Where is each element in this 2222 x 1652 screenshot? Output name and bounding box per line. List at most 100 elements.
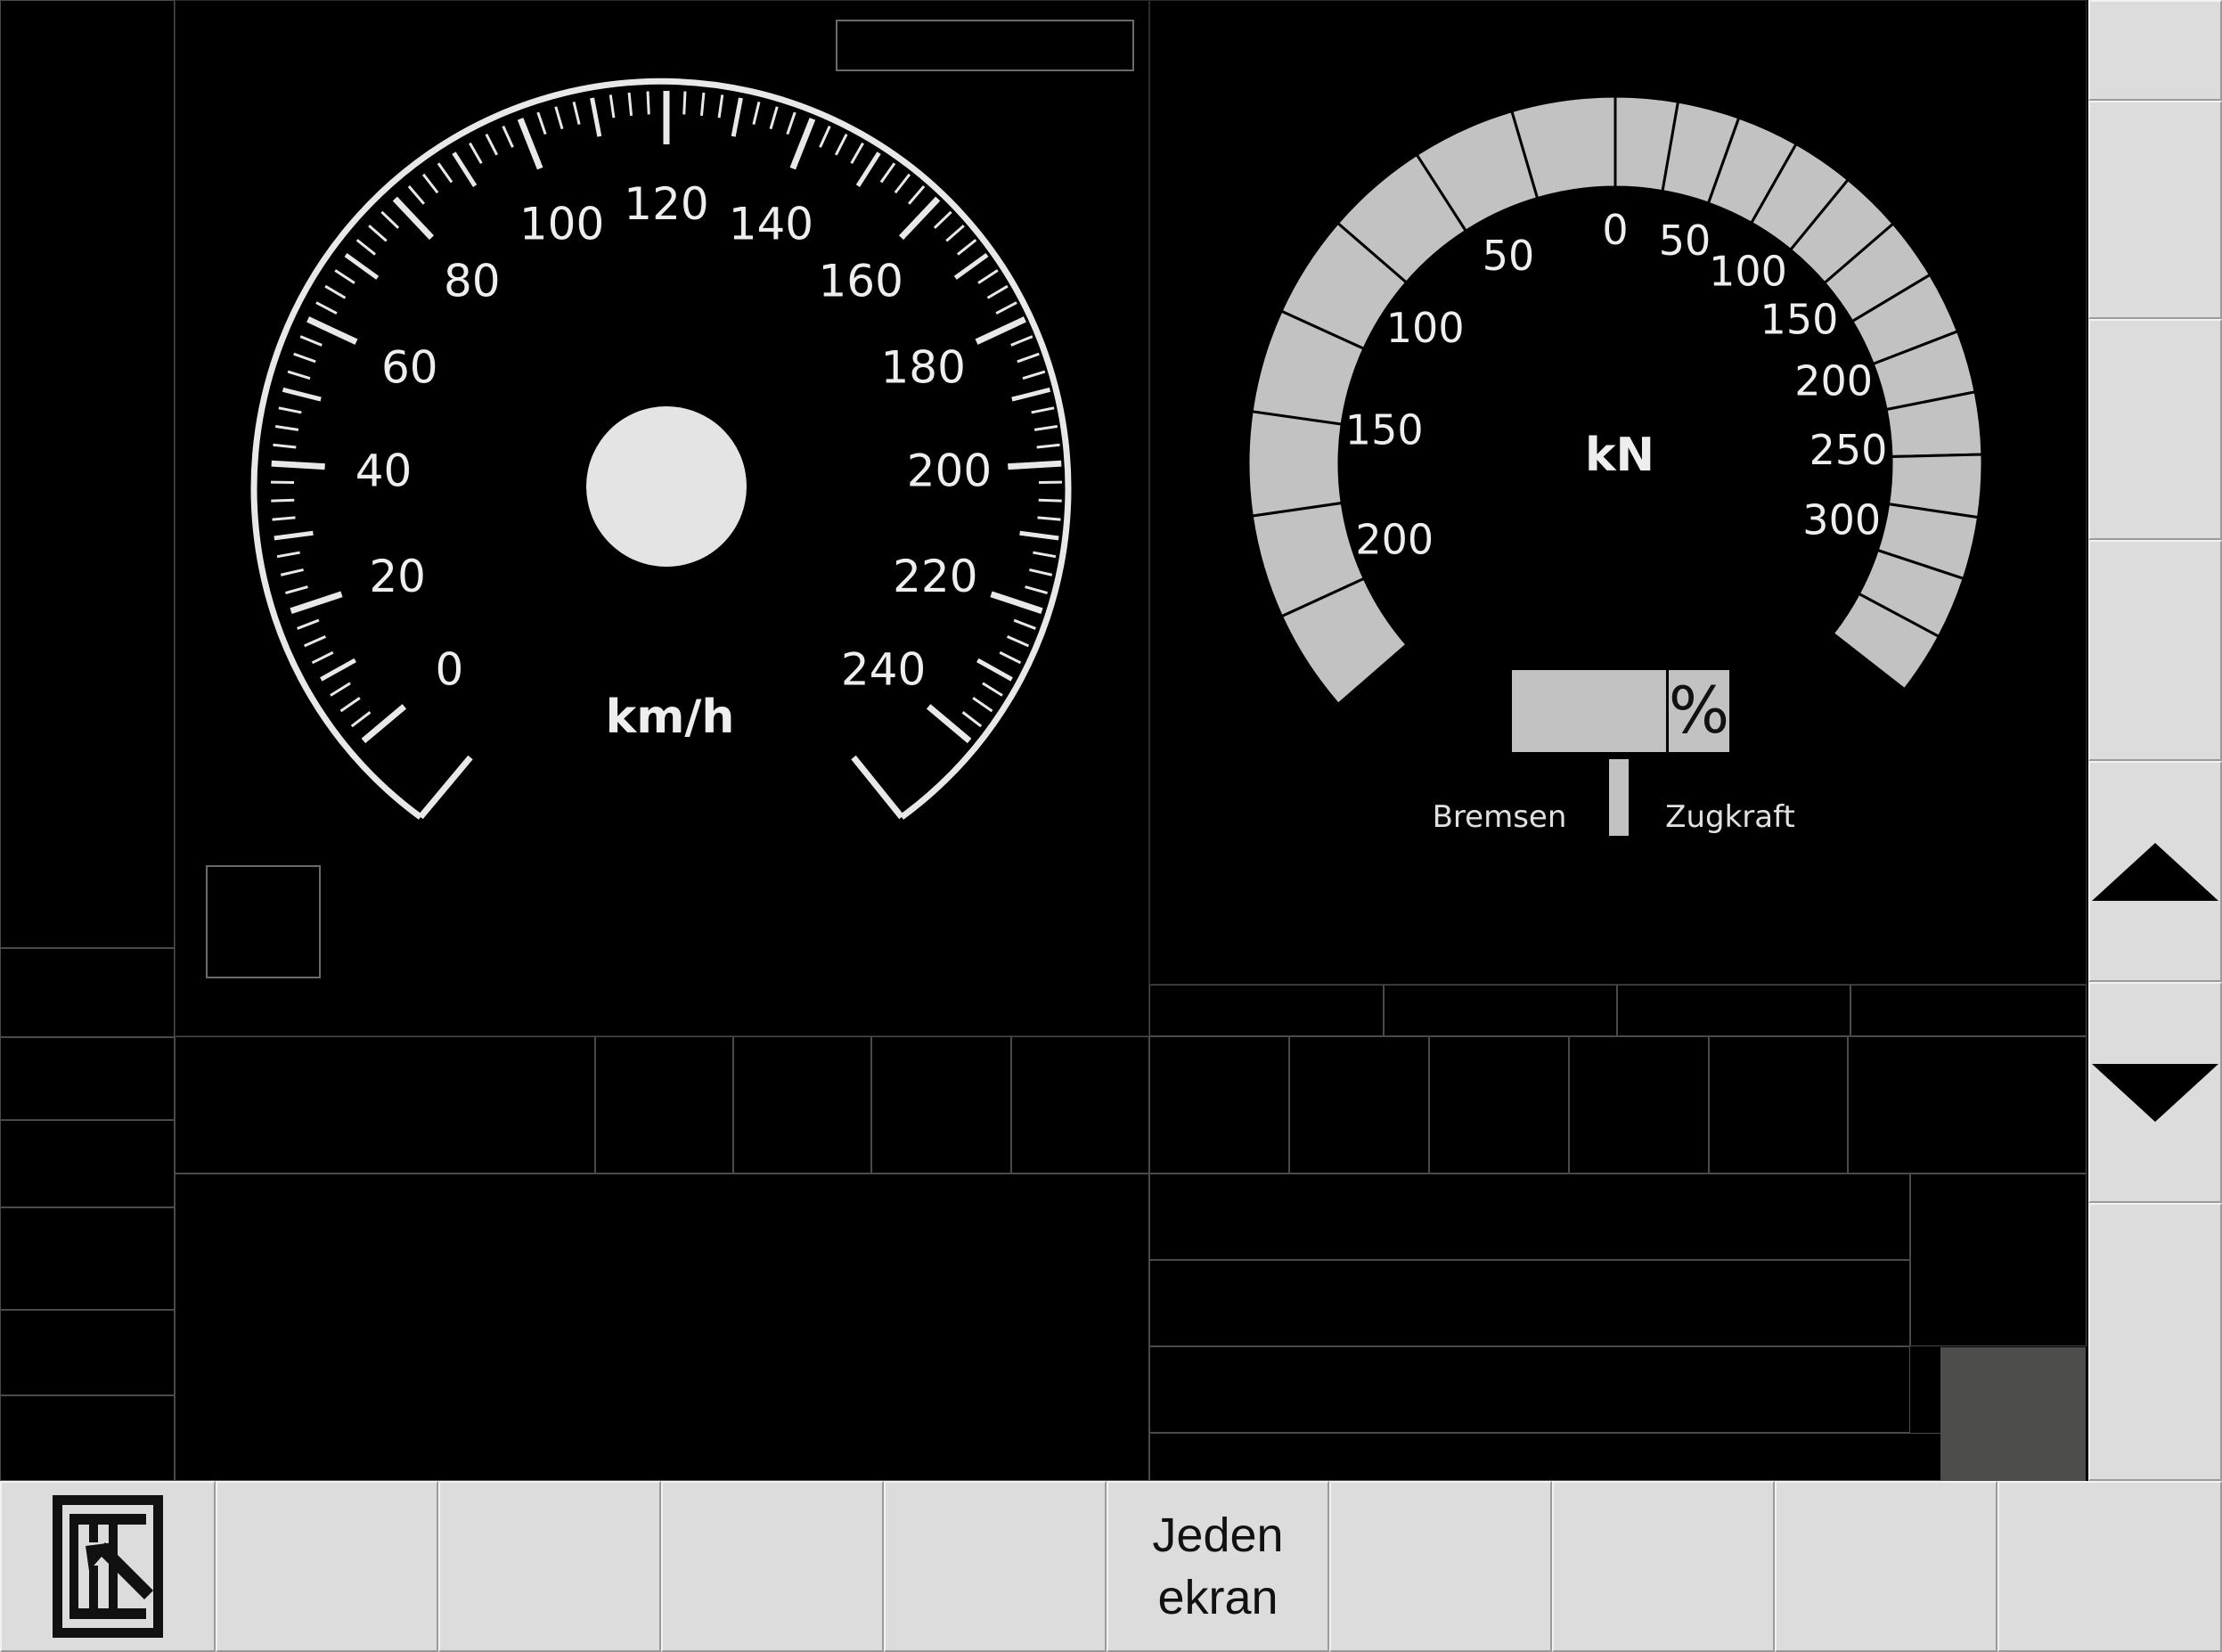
speed-tick bbox=[315, 301, 338, 315]
brake-scale-label: 100 bbox=[1386, 304, 1465, 352]
exit-button[interactable] bbox=[0, 1481, 216, 1652]
speed-tick bbox=[752, 101, 761, 125]
side-button-4[interactable] bbox=[2088, 540, 2222, 761]
speedometer-dial: 020 40 6080 100 120 140160 180 200 220 240 km/h bbox=[250, 78, 1072, 820]
speed-tick bbox=[850, 142, 864, 164]
speed-tick bbox=[344, 253, 380, 280]
bottom-button-10[interactable] bbox=[1997, 1481, 2222, 1652]
speed-tick bbox=[1031, 406, 1055, 414]
brake-scale-label: 0 bbox=[1602, 206, 1628, 254]
speed-tick bbox=[1013, 618, 1036, 630]
speed-tick bbox=[834, 134, 848, 156]
side-button-3[interactable] bbox=[2088, 319, 2222, 540]
speed-tick bbox=[285, 585, 308, 595]
speed-scale-label: 20 bbox=[369, 551, 426, 602]
speed-tick bbox=[554, 106, 564, 130]
speed-tick bbox=[894, 173, 911, 194]
speed-tick bbox=[977, 269, 999, 284]
brake-scale-label: 150 bbox=[1345, 405, 1424, 454]
speed-tick bbox=[517, 118, 543, 170]
speed-tick bbox=[976, 658, 1013, 682]
brake-caption: Bremsen bbox=[1433, 799, 1567, 835]
single-screen-button[interactable]: Jeden ekran bbox=[1107, 1481, 1329, 1652]
speed-tick bbox=[627, 92, 633, 117]
speed-scale-label: 40 bbox=[355, 446, 413, 497]
speed-scale-label: 240 bbox=[841, 643, 926, 695]
bottom-button-7[interactable] bbox=[1329, 1481, 1552, 1652]
side-button-2[interactable] bbox=[2088, 101, 2222, 319]
force-center-marker bbox=[1609, 759, 1629, 836]
traction-scale-label: 300 bbox=[1802, 495, 1881, 544]
speed-tick bbox=[452, 151, 478, 187]
status-cell-5 bbox=[1011, 1036, 1149, 1174]
left-status-cell-5 bbox=[0, 1310, 175, 1395]
speed-tick bbox=[699, 92, 706, 117]
speed-tick bbox=[350, 711, 372, 728]
speed-tick bbox=[290, 591, 343, 614]
speedometer-rim-end-left bbox=[418, 755, 473, 820]
speed-tick bbox=[274, 424, 299, 431]
speed-scale-label: 140 bbox=[729, 198, 813, 249]
speed-tick bbox=[339, 697, 361, 713]
force-gauge-segment bbox=[1246, 410, 1344, 518]
speed-tick bbox=[1011, 387, 1051, 402]
status-cell-3 bbox=[733, 1036, 871, 1174]
speed-tick bbox=[990, 591, 1043, 614]
speed-tick bbox=[1010, 335, 1033, 347]
bottom-button-9[interactable] bbox=[1775, 1481, 1997, 1652]
speed-tick bbox=[280, 568, 304, 577]
speed-tick bbox=[407, 185, 425, 205]
force-info-cell-3 bbox=[1617, 985, 1850, 1036]
speed-tick bbox=[1038, 498, 1062, 503]
speed-tick bbox=[1036, 443, 1060, 449]
force-percent-symbol: % bbox=[1669, 673, 1729, 748]
traction-scale-label: 100 bbox=[1709, 248, 1787, 296]
side-button-7[interactable] bbox=[2088, 1203, 2222, 1481]
bottom-button-3[interactable] bbox=[438, 1481, 661, 1652]
speedometer-rim-end-right bbox=[851, 755, 904, 820]
bottom-button-4[interactable] bbox=[661, 1481, 884, 1652]
speed-tick bbox=[1019, 530, 1059, 541]
speed-tick bbox=[1006, 634, 1030, 648]
status-cell-6 bbox=[1149, 1036, 1289, 1174]
status-cell-8 bbox=[1429, 1036, 1569, 1174]
bottom-button-5[interactable] bbox=[884, 1481, 1107, 1652]
speed-scale-label: 0 bbox=[435, 643, 463, 695]
status-cell-10 bbox=[1709, 1036, 1848, 1174]
speed-tick bbox=[437, 162, 453, 184]
speed-tick bbox=[271, 498, 295, 503]
brake-scale-label: 200 bbox=[1355, 515, 1434, 563]
message-indicator-box bbox=[1940, 1347, 2086, 1481]
speed-tick bbox=[502, 125, 514, 148]
left-status-cell-2 bbox=[0, 1037, 175, 1120]
side-button-1[interactable] bbox=[2088, 0, 2222, 101]
status-cell-wide bbox=[175, 1036, 595, 1174]
speed-tick bbox=[485, 134, 499, 156]
scroll-up-button[interactable] bbox=[2088, 761, 2222, 982]
speed-tick bbox=[1037, 516, 1061, 521]
speed-tick bbox=[1017, 352, 1040, 364]
speed-tick bbox=[646, 91, 650, 115]
speed-tick bbox=[311, 650, 334, 665]
force-info-cell-2 bbox=[1384, 985, 1617, 1036]
speed-tick bbox=[572, 101, 581, 125]
speed-tick bbox=[274, 530, 314, 541]
speed-tick bbox=[299, 335, 323, 347]
speed-tick bbox=[590, 97, 602, 137]
speed-tick bbox=[273, 443, 297, 449]
speed-tick bbox=[1008, 460, 1062, 470]
speed-tick bbox=[287, 370, 311, 380]
speed-tick bbox=[945, 225, 965, 242]
bottom-button-2[interactable] bbox=[216, 1481, 438, 1652]
force-info-cell-4 bbox=[1850, 985, 2087, 1036]
message-row-3 bbox=[1149, 1346, 1910, 1433]
status-cell-7 bbox=[1289, 1036, 1429, 1174]
scroll-down-button[interactable] bbox=[2088, 982, 2222, 1203]
speed-tick bbox=[392, 196, 435, 241]
bottom-button-8[interactable] bbox=[1552, 1481, 1775, 1652]
speed-tick bbox=[1033, 551, 1057, 559]
speed-scale-label: 220 bbox=[893, 551, 977, 602]
speed-tick bbox=[271, 460, 325, 470]
speed-scale-label: 180 bbox=[880, 342, 965, 394]
speed-tick bbox=[855, 151, 881, 187]
